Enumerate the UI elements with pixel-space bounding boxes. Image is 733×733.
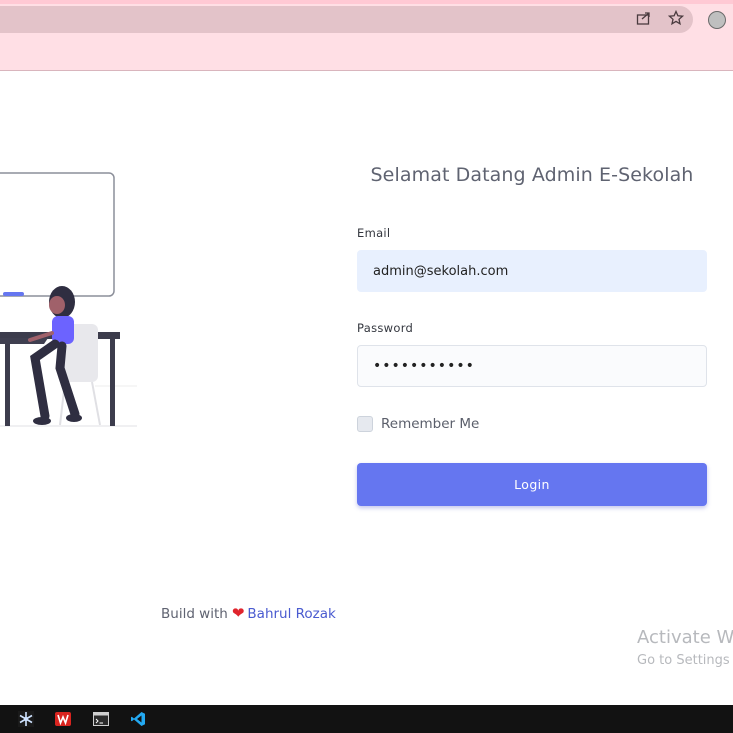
email-label: Email — [357, 226, 391, 240]
taskbar — [0, 705, 733, 733]
wps-office-icon[interactable] — [55, 711, 71, 727]
password-label: Password — [357, 321, 414, 335]
activation-watermark-subtitle: Go to Settings — [637, 653, 730, 668]
snowflake-app-icon[interactable] — [18, 711, 34, 727]
profile-icon[interactable] — [708, 11, 726, 29]
remember-me-label[interactable]: Remember Me — [381, 416, 479, 432]
page-title: Selamat Datang Admin E-Sekolah — [370, 164, 694, 186]
tab-strip-edge — [0, 0, 733, 4]
activation-watermark-title: Activate W — [637, 627, 733, 648]
terminal-icon[interactable] — [93, 711, 109, 727]
heart-icon: ❤ — [231, 604, 245, 622]
star-icon[interactable] — [667, 9, 685, 28]
author-link[interactable]: Bahrul Rozak — [247, 606, 335, 622]
footer-prefix: Build with — [161, 606, 228, 622]
password-field[interactable] — [357, 345, 707, 387]
login-button[interactable]: Login — [357, 463, 707, 506]
address-bar[interactable] — [0, 6, 693, 33]
email-field[interactable] — [357, 250, 707, 292]
browser-toolbar — [0, 0, 733, 71]
footer-credit: Build with ❤ Bahrul Rozak — [161, 604, 336, 622]
share-icon[interactable] — [635, 10, 653, 28]
remember-me-checkbox[interactable] — [357, 416, 373, 432]
login-illustration — [0, 168, 140, 433]
vscode-icon[interactable] — [130, 711, 146, 727]
whiteboard-icon — [0, 172, 115, 297]
